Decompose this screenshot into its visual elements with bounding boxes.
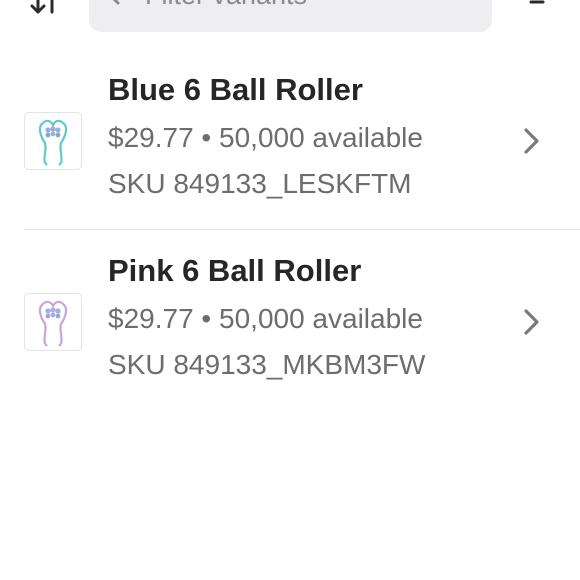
variant-availability: 50,000 available bbox=[219, 303, 423, 334]
bullet-separator: • bbox=[201, 122, 212, 153]
variant-row-blue[interactable]: Blue 6 Ball Roller $29.77 • 50,000 avail… bbox=[0, 50, 580, 230]
variant-thumbnail bbox=[24, 112, 82, 170]
variant-title: Pink 6 Ball Roller bbox=[108, 253, 362, 288]
search-bar[interactable] bbox=[89, 0, 492, 32]
variant-availability: 50,000 available bbox=[219, 122, 423, 153]
bullet-separator: • bbox=[201, 303, 212, 334]
variants-screen: Blue 6 Ball Roller $29.77 • 50,000 avail… bbox=[0, 0, 580, 580]
roller-product-image bbox=[38, 300, 68, 347]
roller-product-image bbox=[38, 119, 68, 166]
sort-button[interactable] bbox=[28, 0, 68, 22]
sort-arrows-icon bbox=[30, 0, 54, 14]
variant-price: $29.77 bbox=[108, 122, 194, 153]
variant-sku: SKU 849133_MKBM3FW bbox=[108, 349, 426, 380]
variant-thumbnail bbox=[24, 293, 82, 351]
top-toolbar bbox=[0, 0, 580, 40]
search-icon bbox=[112, 0, 120, 5]
filter-button[interactable] bbox=[520, 0, 552, 16]
variant-row-pink[interactable]: Pink 6 Ball Roller $29.77 • 50,000 avail… bbox=[0, 231, 580, 411]
search-input[interactable] bbox=[145, 0, 465, 10]
variant-title: Blue 6 Ball Roller bbox=[108, 72, 363, 107]
variant-price-availability: $29.77 • 50,000 available bbox=[108, 122, 423, 154]
variant-price-availability: $29.77 • 50,000 available bbox=[108, 303, 423, 335]
chevron-right-icon bbox=[524, 309, 539, 335]
filter-lines-icon bbox=[529, 0, 545, 4]
variant-sku: SKU 849133_LESKFTM bbox=[108, 168, 412, 199]
row-divider bbox=[24, 229, 580, 230]
variant-price: $29.77 bbox=[108, 303, 194, 334]
chevron-right-icon bbox=[524, 128, 539, 154]
